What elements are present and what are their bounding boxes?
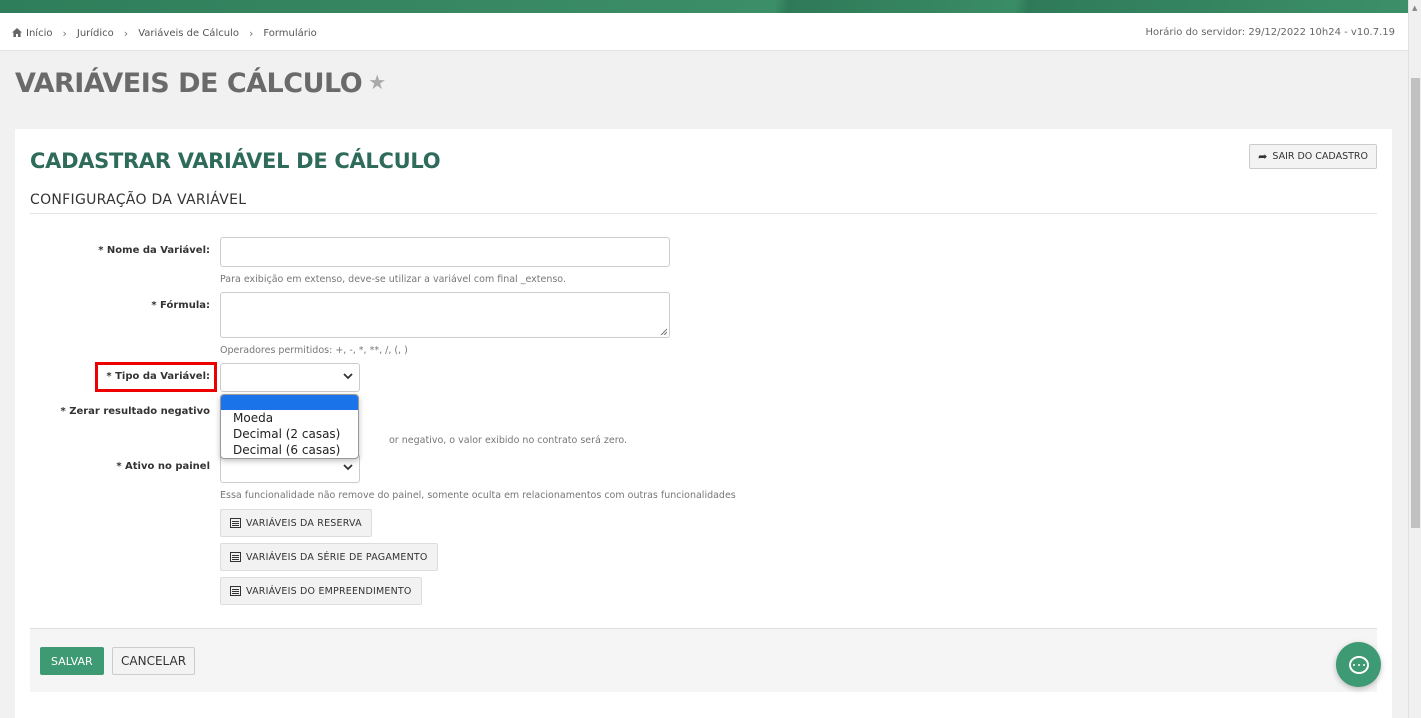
variaveis-serie-label: VARIÁVEIS DA SÉRIE DE PAGAMENTO — [246, 551, 428, 563]
server-time: Horário do servidor: 29/12/2022 10h24 - … — [1145, 27, 1395, 38]
chevron-right-icon: › — [62, 27, 67, 40]
panel-title: CADASTRAR VARIÁVEL DE CÁLCULO — [30, 149, 441, 173]
variaveis-reserva-button[interactable]: VARIÁVEIS DA RESERVA — [220, 509, 372, 537]
exit-form-label: SAIR DO CADASTRO — [1272, 151, 1368, 162]
list-icon — [230, 552, 241, 562]
nome-input[interactable] — [220, 237, 670, 267]
nome-label: * Nome da Variável: — [98, 245, 210, 256]
breadcrumb-bar: Início › Jurídico › Variáveis de Cálculo… — [0, 13, 1408, 51]
tipo-select[interactable] — [220, 363, 360, 392]
cancel-button[interactable]: CANCELAR — [112, 647, 196, 675]
list-icon — [230, 586, 241, 596]
variaveis-empreendimento-button[interactable]: VARIÁVEIS DO EMPREENDIMENTO — [220, 577, 422, 605]
home-icon — [12, 27, 22, 40]
variaveis-serie-button[interactable]: VARIÁVEIS DA SÉRIE DE PAGAMENTO — [220, 543, 438, 571]
resize-handle-icon[interactable] — [660, 328, 667, 335]
formula-label: * Fórmula: — [151, 300, 210, 311]
formula-textarea[interactable] — [220, 292, 670, 338]
form-footer: SALVAR CANCELAR — [30, 628, 1377, 692]
breadcrumb-juridico[interactable]: Jurídico — [77, 28, 114, 39]
breadcrumb-formulario: Formulário — [263, 28, 317, 39]
section-title: CONFIGURAÇÃO DA VARIÁVEL — [30, 192, 247, 208]
save-button[interactable]: SALVAR — [40, 647, 104, 675]
ativo-label: * Ativo no painel — [116, 461, 210, 472]
section-divider — [30, 213, 1377, 214]
zerar-help: or negativo, o valor exibido no contrato… — [389, 435, 628, 446]
chevron-right-icon: › — [248, 27, 254, 40]
chat-icon — [1348, 655, 1369, 674]
formula-help: Operadores permitidos: +, -, *, **, /, (… — [220, 345, 408, 356]
breadcrumb-inicio[interactable]: Início — [26, 28, 52, 39]
page-scrollbar[interactable]: ▲ — [1408, 0, 1421, 718]
scroll-up-icon[interactable]: ▲ — [1412, 4, 1417, 12]
list-icon — [230, 518, 241, 528]
chevron-down-icon — [343, 461, 353, 474]
variaveis-empreendimento-label: VARIÁVEIS DO EMPREENDIMENTO — [246, 585, 412, 597]
tipo-label-highlight — [95, 362, 217, 392]
chat-button[interactable] — [1336, 642, 1381, 687]
tipo-option-decimal-2[interactable]: Decimal (2 casas) — [221, 426, 358, 442]
scroll-thumb[interactable] — [1411, 78, 1420, 528]
nome-help: Para exibição em extenso, deve-se utiliz… — [220, 274, 566, 285]
tipo-option-empty[interactable] — [221, 395, 358, 410]
variaveis-reserva-label: VARIÁVEIS DA RESERVA — [246, 517, 362, 529]
tipo-dropdown-list: Moeda Decimal (2 casas) Decimal (6 casas… — [220, 394, 359, 459]
zerar-label: * Zerar resultado negativo — [60, 406, 211, 417]
ativo-help: Essa funcionalidade não remove do painel… — [220, 490, 736, 501]
share-arrow-icon: ➦ — [1258, 150, 1268, 163]
tipo-option-decimal-6[interactable]: Decimal (6 casas) — [221, 442, 358, 458]
breadcrumb: Início › Jurídico › Variáveis de Cálculo… — [12, 27, 317, 40]
tipo-option-moeda[interactable]: Moeda — [221, 410, 358, 426]
top-brand-bar — [0, 0, 1408, 13]
chevron-down-icon — [343, 370, 353, 383]
exit-form-button[interactable]: ➦ SAIR DO CADASTRO — [1249, 144, 1377, 169]
star-icon[interactable]: ★ — [368, 70, 386, 94]
chevron-right-icon: › — [123, 27, 129, 40]
page-title: VARIÁVEIS DE CÁLCULO ★ — [15, 68, 386, 99]
breadcrumb-variaveis[interactable]: Variáveis de Cálculo — [138, 28, 239, 39]
